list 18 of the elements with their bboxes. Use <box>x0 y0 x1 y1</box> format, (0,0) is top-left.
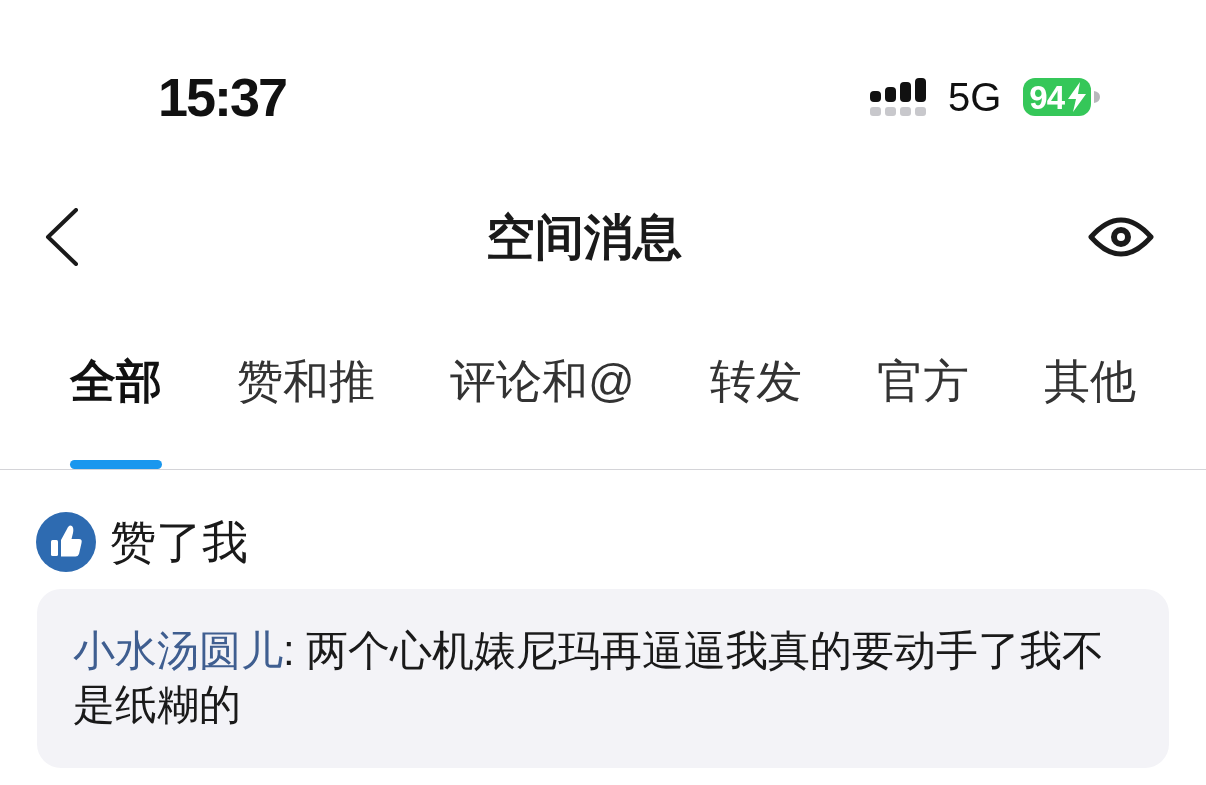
tab[interactable]: 赞和推 <box>237 353 376 469</box>
like-label: 赞了我 <box>110 515 248 570</box>
page-title: 空间消息 <box>485 212 682 262</box>
comment-text: 小水汤圆儿: 两个心机婊尼玛再逼逼我真的要动手了我不是纸糊的 <box>73 626 1106 730</box>
tab[interactable]: 评论和@ <box>450 353 635 469</box>
battery-percent: 94 <box>1029 80 1064 114</box>
back-button[interactable] <box>45 208 79 266</box>
tab[interactable]: 全部 <box>70 353 162 469</box>
author-link[interactable]: 小水汤圆儿 <box>73 627 283 674</box>
thumbs-up-icon <box>36 512 96 572</box>
battery-cap-icon <box>1094 91 1100 103</box>
status-time: 15:37 <box>158 70 287 124</box>
tab[interactable]: 转发 <box>709 353 802 469</box>
signal-icon <box>869 78 927 116</box>
network-label: 5G <box>947 77 1002 117</box>
tab[interactable]: 其他 <box>1043 353 1136 469</box>
chevron-left-icon <box>45 208 79 266</box>
tab[interactable]: 官方 <box>876 353 969 469</box>
